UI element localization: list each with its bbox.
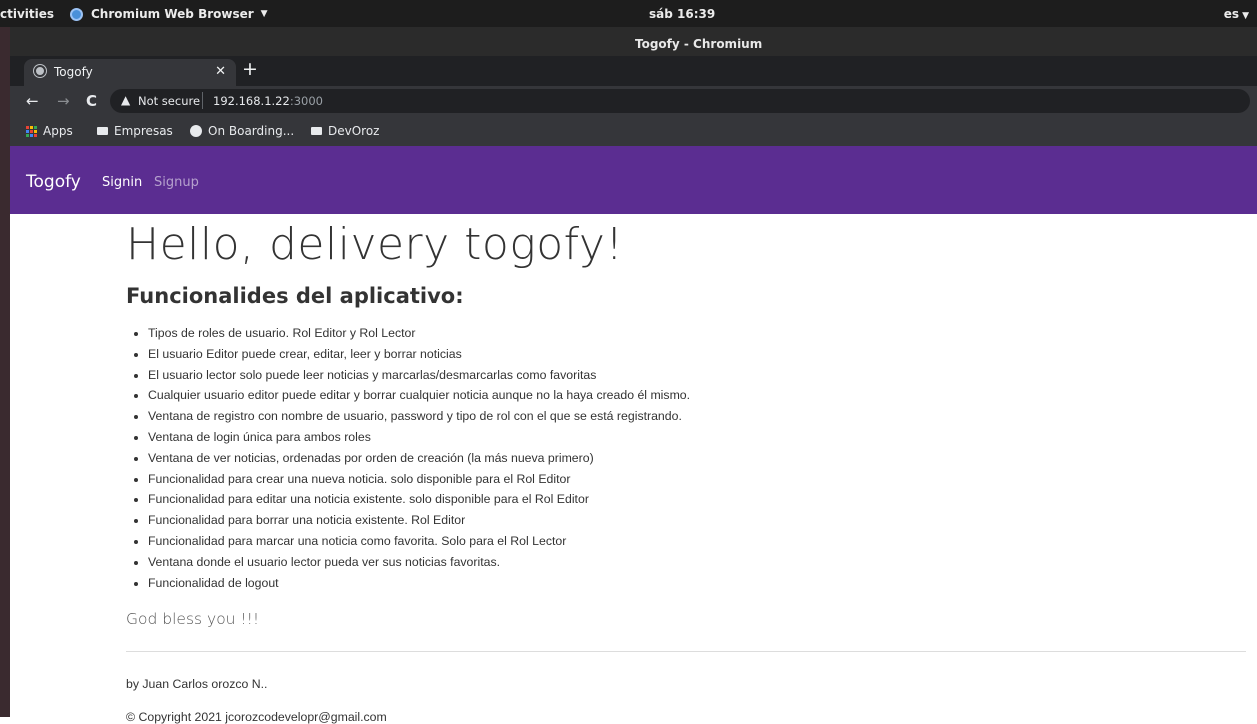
apps-grid-icon [26,125,37,137]
clock[interactable]: sáb 16:39 [649,7,715,21]
list-item: Funcionalidad de logout [148,573,690,594]
url-port: :3000 [289,94,323,108]
list-item: Funcionalidad para crear una nueva notic… [148,469,690,490]
back-arrow-icon[interactable]: ← [26,92,39,110]
window-title: Togofy - Chromium [635,37,763,51]
close-tab-icon[interactable]: ✕ [215,64,226,79]
list-item: Funcionalidad para borrar una noticia ex… [148,510,690,531]
section-heading: Funcionalides del aplicativo: [126,284,464,308]
list-item: Ventana de login única para ambos roles [148,427,690,448]
app-menu[interactable]: Chromium Web Browser ▼ [70,7,268,21]
footer-copyright: © Copyright 2021 jcorozcodevelopr@gmail.… [126,710,387,724]
browser-toolbar: ← → C ▲ Not secure 192.168.1.22:3000 [10,86,1257,117]
folder-icon [97,127,108,135]
page-title: Hello, delivery togofy! [126,219,624,270]
app-menu-label: Chromium Web Browser [91,7,254,21]
chromium-icon [70,7,83,21]
bookmarks-bar: Apps Empresas On Boarding... DevOroz [10,117,1257,146]
bookmark-label: Apps [43,124,73,138]
list-item: Cualquier usuario editor puede editar y … [148,385,690,406]
list-item: Tipos de roles de usuario. Rol Editor y … [148,323,690,344]
bookmark-apps[interactable]: Apps [26,124,73,138]
security-label[interactable]: Not secure [138,94,200,108]
desktop-edge [0,27,10,717]
url-text[interactable]: 192.168.1.22:3000 [213,94,323,108]
feature-list: Tipos de roles de usuario. Rol Editor y … [126,323,690,593]
globe-icon [34,65,46,77]
forward-arrow-icon[interactable]: → [57,92,70,110]
tab-togofy[interactable]: Togofy ✕ [24,59,236,86]
nav-signup-link[interactable]: Signup [154,175,199,190]
folder-icon [311,127,322,135]
footer-divider [126,651,1246,652]
new-tab-button[interactable]: + [242,58,258,80]
language-label: es [1223,7,1240,21]
bookmark-label: DevOroz [328,124,380,138]
warning-icon[interactable]: ▲ [121,93,130,107]
nav-signin-link[interactable]: Signin [102,175,142,190]
chevron-down-icon: ▼ [1242,11,1249,21]
site-navbar: Togofy Signin Signup [10,146,1257,214]
system-top-bar: ctivities Chromium Web Browser ▼ sáb 16:… [0,0,1257,27]
list-item: El usuario Editor puede crear, editar, l… [148,344,690,365]
bookmark-label: On Boarding... [208,124,295,138]
site-brand[interactable]: Togofy [26,172,81,192]
bookmark-label: Empresas [114,124,173,138]
footer-author: by Juan Carlos orozco N.. [126,677,268,691]
address-divider [202,92,203,109]
globe-icon [190,125,202,137]
bookmark-empresas[interactable]: Empresas [97,124,173,138]
url-host: 192.168.1.22 [213,94,290,108]
tab-strip: Togofy ✕ + [10,56,1257,86]
bookmark-on-boarding[interactable]: On Boarding... [190,124,294,138]
list-item: Ventana de ver noticias, ordenadas por o… [148,448,690,469]
list-item: Funcionalidad para editar una noticia ex… [148,489,690,510]
bookmark-devoroz[interactable]: DevOroz [311,124,379,138]
list-item: Ventana de registro con nombre de usuari… [148,406,690,427]
window-titlebar[interactable]: Togofy - Chromium [10,27,1257,56]
activities-button[interactable]: ctivities [0,7,54,21]
tab-title: Togofy [54,65,93,79]
list-item: El usuario lector solo puede leer notici… [148,365,690,386]
closing-text: God bless you !!! [126,610,260,628]
list-item: Funcionalidad para marcar una noticia co… [148,531,690,552]
language-indicator[interactable]: es ▼ [1224,7,1249,21]
address-bar[interactable]: ▲ Not secure 192.168.1.22:3000 [110,89,1250,113]
reload-icon[interactable]: C [86,92,97,110]
list-item: Ventana donde el usuario lector pueda ve… [148,552,690,573]
chevron-down-icon: ▼ [260,9,268,19]
